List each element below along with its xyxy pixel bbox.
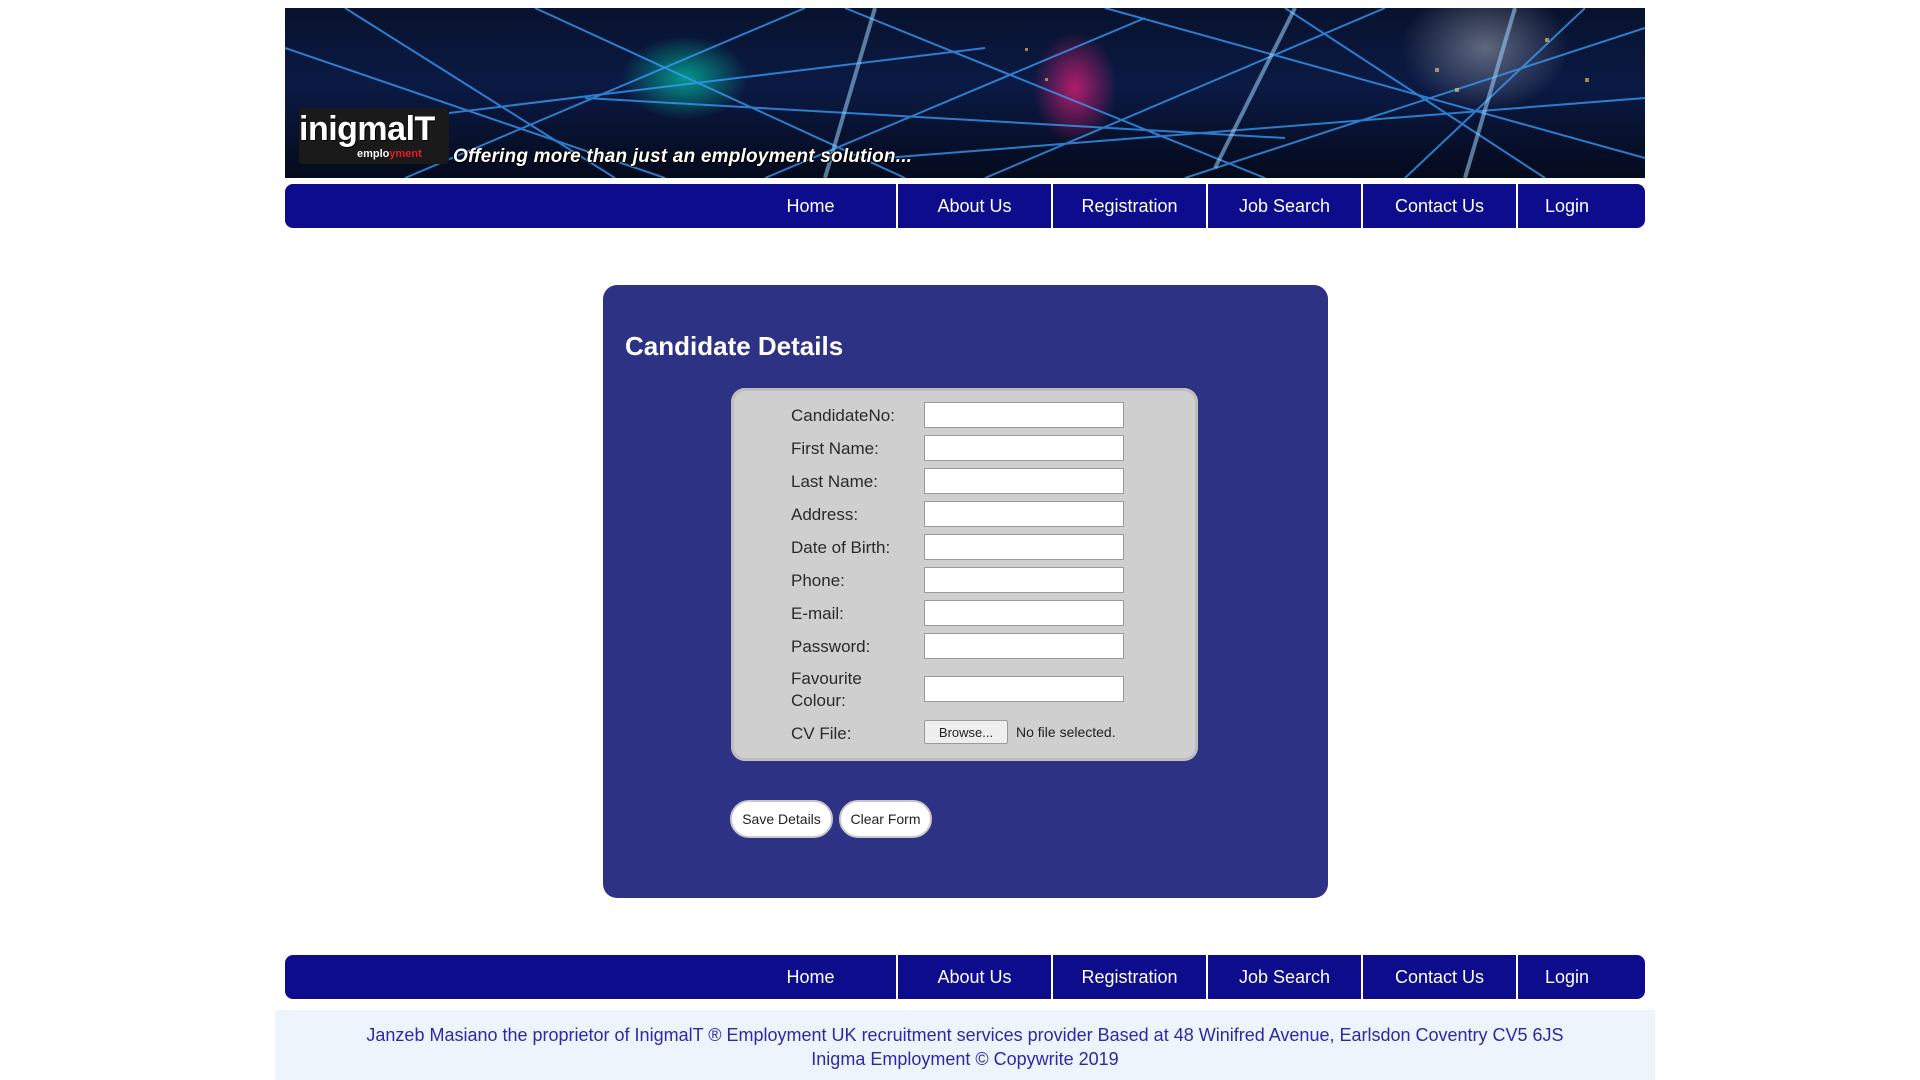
top-navigation: Home About Us Registration Job Search Co… [285, 184, 1645, 228]
logo[interactable]: inigmalT [299, 110, 435, 149]
date-of-birth-input[interactable] [924, 534, 1124, 560]
browse-button[interactable]: Browse... [924, 720, 1008, 744]
form-row-candidate-no: CandidateNo: [791, 402, 1191, 430]
date-of-birth-label: Date of Birth: [791, 538, 891, 557]
footer-address-text: Janzeb Masiano the proprietor of Inigmal… [366, 1025, 1564, 1045]
form-row-first-name: First Name: [791, 435, 1191, 463]
password-input[interactable] [924, 633, 1124, 659]
nav-contact-us[interactable]: Contact Us [1361, 184, 1516, 228]
footer-nav-about-us[interactable]: About Us [896, 955, 1051, 999]
nav-registration[interactable]: Registration [1051, 184, 1206, 228]
address-label: Address: [791, 505, 859, 524]
clear-form-button[interactable]: Clear Form [839, 800, 932, 838]
form-row-date-of-birth: Date of Birth: [791, 534, 1191, 562]
favourite-colour-label: Favourite Colour: [791, 669, 862, 710]
form-row-password: Password: [791, 633, 1191, 661]
file-status-text: No file selected. [1016, 724, 1116, 740]
address-input[interactable] [924, 501, 1124, 527]
bottom-navigation: Home About Us Registration Job Search Co… [285, 955, 1645, 999]
form-row-cv-file: CV File: Browse... No file selected. [791, 720, 1191, 748]
last-name-input[interactable] [924, 468, 1124, 494]
first-name-input[interactable] [924, 435, 1124, 461]
tagline: Offering more than just an employment so… [453, 146, 913, 167]
nav-home[interactable]: Home [725, 184, 896, 228]
form-row-favourite-colour: Favourite Colour: [791, 668, 1191, 714]
form-row-last-name: Last Name: [791, 468, 1191, 496]
nav-job-search[interactable]: Job Search [1206, 184, 1361, 228]
footer-nav-contact-us[interactable]: Contact Us [1361, 955, 1516, 999]
phone-label: Phone: [791, 571, 845, 590]
first-name-label: First Name: [791, 439, 879, 458]
page-title: Candidate Details [625, 331, 844, 361]
footer-nav-registration[interactable]: Registration [1051, 955, 1206, 999]
favourite-colour-input[interactable] [924, 676, 1124, 702]
nav-login[interactable]: Login [1516, 184, 1616, 228]
email-label: E-mail: [791, 604, 844, 623]
nav-about-us[interactable]: About Us [896, 184, 1051, 228]
phone-input[interactable] [924, 567, 1124, 593]
email-input[interactable] [924, 600, 1124, 626]
candidate-no-input[interactable] [924, 402, 1124, 428]
candidate-form: CandidateNo: First Name: Last Name: Addr… [731, 388, 1198, 761]
candidate-no-label: CandidateNo: [791, 406, 895, 425]
footer-copyright-text: Inigma Employment © Copywrite 2019 [811, 1049, 1119, 1069]
header-banner: inigmalT employment Offering more than j… [285, 8, 1645, 178]
footer-nav-login[interactable]: Login [1516, 955, 1616, 999]
password-label: Password: [791, 637, 871, 656]
cv-file-label: CV File: [791, 724, 852, 743]
page-footer: Janzeb Masiano the proprietor of Inigmal… [275, 1010, 1655, 1080]
candidate-panel: Candidate Details CandidateNo: First Nam… [603, 285, 1328, 898]
footer-nav-home[interactable]: Home [725, 955, 896, 999]
save-details-button[interactable]: Save Details [730, 800, 833, 838]
form-row-phone: Phone: [791, 567, 1191, 595]
footer-nav-job-search[interactable]: Job Search [1206, 955, 1361, 999]
form-row-email: E-mail: [791, 600, 1191, 628]
last-name-label: Last Name: [791, 472, 878, 491]
logo-subtitle: employment [357, 148, 422, 160]
form-row-address: Address: [791, 501, 1191, 529]
